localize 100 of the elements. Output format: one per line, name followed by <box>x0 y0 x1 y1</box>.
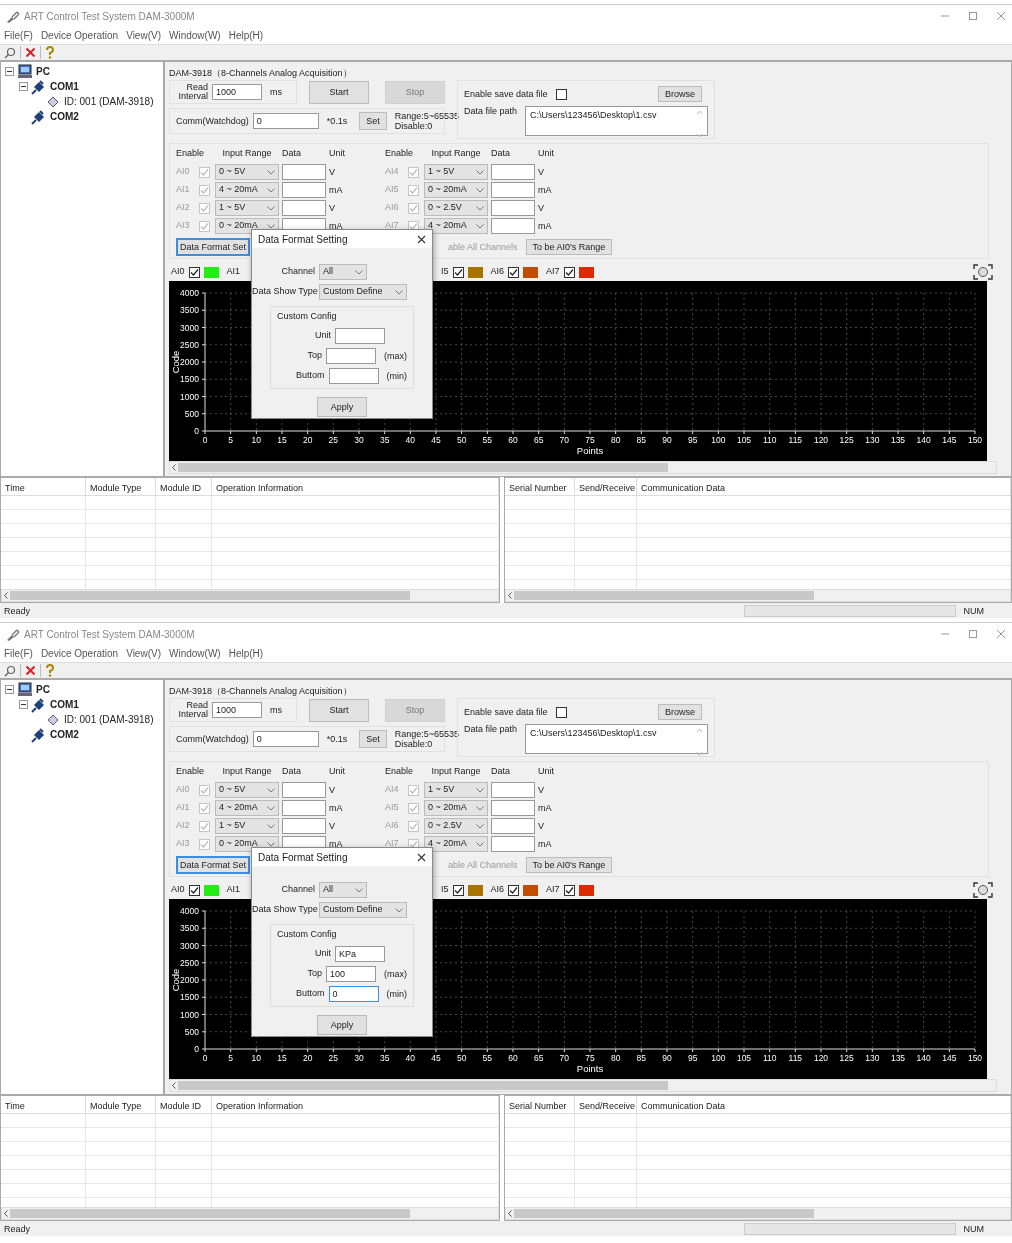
data-field[interactable] <box>491 164 535 180</box>
search-icon[interactable] <box>4 664 16 677</box>
data-field[interactable] <box>491 800 535 816</box>
browse-button[interactable]: Browse <box>658 86 702 102</box>
checkbox[interactable] <box>508 884 520 896</box>
cross-icon[interactable] <box>25 47 36 58</box>
close-icon[interactable] <box>417 852 426 862</box>
data-field[interactable] <box>491 782 535 798</box>
dropdown[interactable]: 1 ~ 5V <box>424 164 488 180</box>
checkbox[interactable] <box>563 884 575 896</box>
input-field[interactable]: 0 <box>252 731 319 747</box>
collapse-icon[interactable] <box>5 67 14 76</box>
question-icon[interactable] <box>45 46 55 59</box>
dropdown[interactable]: Custom Define <box>319 284 407 300</box>
menu-item[interactable]: Window(W) <box>169 646 221 661</box>
input-field[interactable]: 100 <box>326 965 376 982</box>
set-button[interactable]: Set <box>359 112 387 130</box>
close-icon[interactable] <box>417 234 426 244</box>
action-button[interactable]: Start <box>309 698 369 722</box>
collapse-icon[interactable] <box>5 685 14 694</box>
tree-item[interactable]: COM2 <box>50 727 79 742</box>
data-field[interactable] <box>491 836 535 852</box>
scroll-left-icon[interactable] <box>2 591 10 600</box>
browse-button[interactable]: Browse <box>658 704 702 720</box>
tree-item[interactable]: PC <box>36 64 50 79</box>
menu-item[interactable]: Help(H) <box>228 28 264 43</box>
menu-item[interactable]: File(F) <box>4 28 33 43</box>
input-field[interactable] <box>326 347 376 364</box>
search-icon[interactable] <box>4 46 16 59</box>
target-icon[interactable] <box>973 264 993 280</box>
dropdown[interactable]: 0 ~ 5V <box>215 782 279 798</box>
dropdown[interactable]: 0 ~ 20mA <box>424 800 488 816</box>
scroll-left-icon[interactable] <box>506 591 514 600</box>
menu-item[interactable]: Window(W) <box>169 28 221 43</box>
maximize-icon[interactable] <box>968 629 978 639</box>
menu-item[interactable]: Help(H) <box>228 646 264 661</box>
action-button[interactable]: Start <box>309 80 369 104</box>
dropdown[interactable]: 4 ~ 20mA <box>215 800 279 816</box>
menu-item[interactable]: File(F) <box>4 646 33 661</box>
dropdown[interactable]: 0 ~ 2.5V <box>424 818 488 834</box>
horizontal-scrollbar[interactable] <box>505 1207 1011 1220</box>
checkbox[interactable] <box>555 88 567 100</box>
input-field[interactable] <box>335 327 385 344</box>
dropdown[interactable]: 4 ~ 20mA <box>424 218 488 234</box>
format-button[interactable]: Data Format Set <box>176 856 251 874</box>
checkbox[interactable] <box>555 706 567 718</box>
apply-button[interactable]: Apply <box>317 396 367 417</box>
path-field[interactable]: C:\Users\123456\Desktop\1.csv <box>525 106 708 136</box>
dropdown[interactable]: 0 ~ 2.5V <box>424 200 488 216</box>
menu-item[interactable]: View(V) <box>126 646 161 661</box>
tree-item[interactable]: COM2 <box>50 109 79 124</box>
input-field[interactable]: 0 <box>328 985 379 1002</box>
checkbox[interactable] <box>188 884 200 896</box>
checkbox[interactable] <box>452 266 464 278</box>
checkbox[interactable] <box>508 266 520 278</box>
data-field[interactable] <box>282 200 326 216</box>
dropdown[interactable]: 4 ~ 20mA <box>424 836 488 852</box>
checkbox[interactable] <box>452 884 464 896</box>
range-button[interactable]: To be AI0's Range <box>525 857 613 873</box>
scroll-left-icon[interactable] <box>2 1209 10 1218</box>
question-icon[interactable] <box>45 664 55 677</box>
dropdown[interactable]: 1 ~ 5V <box>215 818 279 834</box>
data-field[interactable] <box>491 182 535 198</box>
scroll-left-icon[interactable] <box>506 1209 514 1218</box>
range-button[interactable]: To be AI0's Range <box>525 239 613 255</box>
checkbox[interactable] <box>188 266 200 278</box>
dropdown[interactable]: 4 ~ 20mA <box>215 182 279 198</box>
data-field[interactable] <box>491 218 535 234</box>
input-field[interactable]: 1000 <box>212 84 262 100</box>
set-button[interactable]: Set <box>359 730 387 748</box>
data-field[interactable] <box>491 200 535 216</box>
data-field[interactable] <box>282 782 326 798</box>
input-field[interactable]: KPa <box>335 945 385 962</box>
tree-item[interactable]: ID: 001 (DAM-3918) <box>64 94 154 109</box>
tree-item[interactable]: COM1 <box>50 697 79 712</box>
collapse-icon[interactable] <box>19 700 28 709</box>
collapse-icon[interactable] <box>19 82 28 91</box>
horizontal-scrollbar[interactable] <box>505 589 1011 602</box>
path-field[interactable]: C:\Users\123456\Desktop\1.csv <box>525 724 708 754</box>
tree-item[interactable]: PC <box>36 682 50 697</box>
dropdown[interactable]: All <box>319 882 367 898</box>
dropdown[interactable]: All <box>319 264 367 280</box>
cross-icon[interactable] <box>25 665 36 676</box>
maximize-icon[interactable] <box>968 11 978 21</box>
data-field[interactable] <box>282 800 326 816</box>
horizontal-scrollbar[interactable] <box>1 1207 499 1220</box>
dropdown[interactable]: 1 ~ 5V <box>215 200 279 216</box>
tree-item[interactable]: ID: 001 (DAM-3918) <box>64 712 154 727</box>
horizontal-scrollbar[interactable] <box>169 1079 997 1092</box>
horizontal-scrollbar[interactable] <box>1 589 499 602</box>
data-field[interactable] <box>282 818 326 834</box>
scroll-left-icon[interactable] <box>170 463 178 472</box>
target-icon[interactable] <box>973 882 993 898</box>
data-field[interactable] <box>282 164 326 180</box>
dropdown[interactable]: 1 ~ 5V <box>424 782 488 798</box>
apply-button[interactable]: Apply <box>317 1014 367 1035</box>
input-field[interactable] <box>328 367 379 384</box>
horizontal-scrollbar[interactable] <box>169 461 997 474</box>
dropdown[interactable]: 0 ~ 5V <box>215 164 279 180</box>
data-field[interactable] <box>282 182 326 198</box>
